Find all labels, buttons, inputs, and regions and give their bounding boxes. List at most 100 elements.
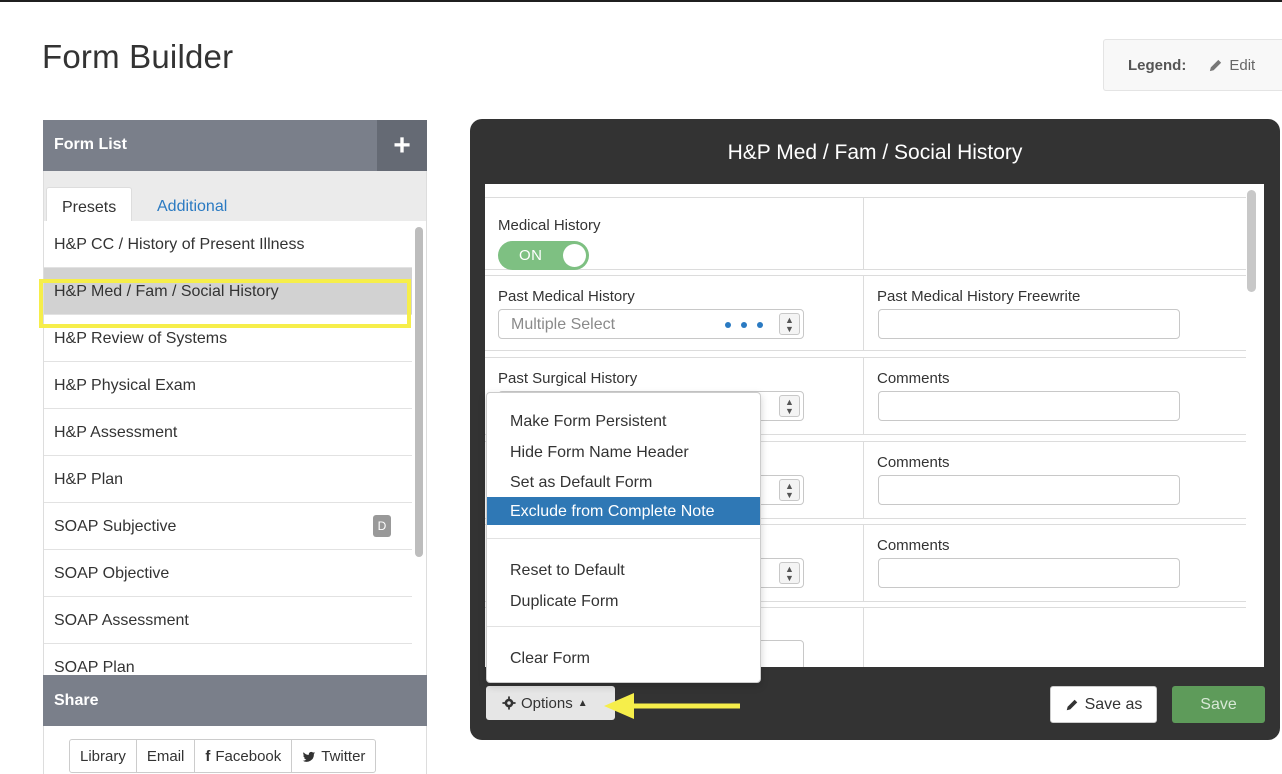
form-list-item[interactable]: SOAP Assessment: [44, 597, 412, 644]
top-rule: [0, 0, 1282, 2]
menu-item-duplicate-form[interactable]: Duplicate Form: [487, 587, 760, 615]
form-list-item[interactable]: H&P Assessment: [44, 409, 412, 456]
twitter-icon: [302, 751, 316, 762]
share-button-group: Library Email f Facebook Twitter: [69, 739, 377, 773]
form-list-header: Form List +: [43, 120, 427, 171]
form-list-item-label: H&P Physical Exam: [54, 377, 196, 394]
past-surgical-comments-input[interactable]: [878, 391, 1180, 421]
default-badge: D: [373, 515, 391, 537]
column-divider: [863, 442, 864, 518]
form-list-item-label: SOAP Objective: [54, 565, 170, 582]
caret-up-icon: ▲: [577, 697, 588, 709]
form-row-past-medical: Past Medical History Multiple Select ▲ ▼ …: [485, 275, 1246, 351]
form-list-item-label: H&P Med / Fam / Social History: [54, 283, 279, 300]
legend: Legend: Edit: [1103, 39, 1282, 91]
pencil-icon: [1210, 59, 1222, 71]
share-title: Share: [54, 692, 99, 709]
select-placeholder: Multiple Select: [511, 316, 616, 333]
row4-comments-input[interactable]: [878, 475, 1180, 505]
past-surgical-history-label: Past Surgical History: [498, 370, 638, 387]
form-list-tabs: Presets Additional: [43, 171, 427, 222]
add-form-button[interactable]: +: [377, 120, 427, 171]
menu-divider: [487, 538, 760, 539]
past-medical-history-freewrite-input[interactable]: [878, 309, 1180, 339]
menu-item-exclude-complete-note[interactable]: Exclude from Complete Note: [487, 497, 760, 525]
past-surgical-comments-label: Comments: [877, 370, 950, 387]
save-label: Save: [1200, 695, 1237, 713]
options-dropdown-menu: Make Form Persistent Hide Form Name Head…: [486, 392, 761, 683]
past-medical-history-select[interactable]: Multiple Select ▲ ▼: [498, 309, 804, 339]
form-list-item[interactable]: H&P Review of Systems: [44, 315, 412, 362]
form-list-item-label: H&P Assessment: [54, 424, 178, 441]
form-list-item-label: SOAP Plan: [54, 659, 135, 675]
legend-edit: Edit: [1208, 57, 1255, 74]
form-list-scrollbar[interactable]: [415, 227, 423, 557]
column-divider: [863, 525, 864, 601]
row5-comments-input[interactable]: [878, 558, 1180, 588]
menu-item-clear-form[interactable]: Clear Form: [487, 644, 760, 672]
share-library-label: Library: [80, 748, 126, 765]
form-list-item[interactable]: H&P Physical Exam: [44, 362, 412, 409]
select-stepper-icon: ▲ ▼: [779, 313, 800, 335]
select-stepper-icon: ▲ ▼: [779, 562, 800, 584]
medical-history-toggle[interactable]: ON: [498, 241, 589, 270]
past-medical-history-freewrite-label: Past Medical History Freewrite: [877, 288, 1081, 305]
tab-presets[interactable]: Presets: [46, 187, 133, 222]
form-body-scrollbar[interactable]: [1247, 190, 1256, 292]
toggle-on-text: ON: [519, 247, 543, 264]
form-list-item-label: H&P Review of Systems: [54, 330, 228, 347]
row4-comments-label: Comments: [877, 454, 950, 471]
form-list-item-label: H&P Plan: [54, 471, 124, 488]
save-as-button[interactable]: Save as: [1050, 686, 1157, 723]
gear-icon: [502, 696, 516, 710]
form-list-item[interactable]: SOAP Plan: [44, 644, 412, 675]
form-list-item[interactable]: H&P CC / History of Present Illness: [44, 221, 412, 268]
save-as-label: Save as: [1084, 695, 1143, 713]
past-medical-history-label: Past Medical History: [498, 288, 635, 305]
share-facebook-button[interactable]: f Facebook: [194, 739, 293, 773]
options-button[interactable]: Options ▲: [486, 686, 615, 720]
menu-item-make-persistent[interactable]: Make Form Persistent: [487, 407, 760, 435]
annotation-arrow: [604, 693, 740, 719]
form-list-title: Form List: [54, 136, 127, 153]
medical-history-label: Medical History: [498, 217, 601, 234]
form-list-item-label: SOAP Subjective: [54, 518, 177, 535]
form-list-item-label: SOAP Assessment: [54, 612, 189, 629]
tab-additional[interactable]: Additional: [142, 186, 242, 222]
form-list-item[interactable]: SOAP Subjective D: [44, 503, 412, 550]
share-facebook-label: Facebook: [215, 748, 282, 765]
menu-item-hide-name-header[interactable]: Hide Form Name Header: [487, 438, 760, 466]
options-label: Options: [521, 694, 573, 712]
form-list-item-selected[interactable]: H&P Med / Fam / Social History: [44, 268, 412, 315]
legend-edit-label: Edit: [1229, 56, 1256, 74]
menu-item-set-default[interactable]: Set as Default Form: [487, 468, 760, 496]
row5-comments-label: Comments: [877, 537, 950, 554]
column-divider: [863, 276, 864, 350]
menu-item-reset-default[interactable]: Reset to Default: [487, 556, 760, 584]
menu-divider: [487, 626, 760, 627]
share-twitter-button[interactable]: Twitter: [291, 739, 377, 773]
plus-icon: +: [393, 128, 411, 162]
share-email-button[interactable]: Email: [135, 739, 196, 773]
share-email-label: Email: [146, 748, 185, 765]
column-divider: [863, 608, 864, 667]
share-library-button[interactable]: Library: [69, 739, 137, 773]
column-divider: [863, 198, 864, 269]
select-stepper-icon: ▲ ▼: [779, 479, 800, 501]
form-list-item[interactable]: H&P Plan: [44, 456, 412, 503]
select-stepper-icon: ▲ ▼: [779, 395, 800, 417]
page-title: Form Builder: [42, 38, 234, 75]
facebook-icon: f: [205, 748, 211, 765]
form-list-sidebar: Form List + Presets Additional H&P CC / …: [43, 120, 427, 774]
form-list-item[interactable]: SOAP Objective: [44, 550, 412, 597]
ellipsis-icon: [725, 322, 763, 328]
share-area: Library Email f Facebook Twitter: [43, 726, 427, 774]
form-list: H&P CC / History of Present Illness H&P …: [43, 221, 427, 675]
legend-label: Legend:: [1128, 56, 1187, 74]
form-title: H&P Med / Fam / Social History: [727, 141, 1023, 164]
column-divider: [863, 358, 864, 434]
pencil-icon: [1066, 699, 1077, 710]
share-header: Share: [43, 675, 427, 726]
save-button[interactable]: Save: [1172, 686, 1265, 723]
form-row-medical-history: Medical History ON: [485, 197, 1246, 270]
